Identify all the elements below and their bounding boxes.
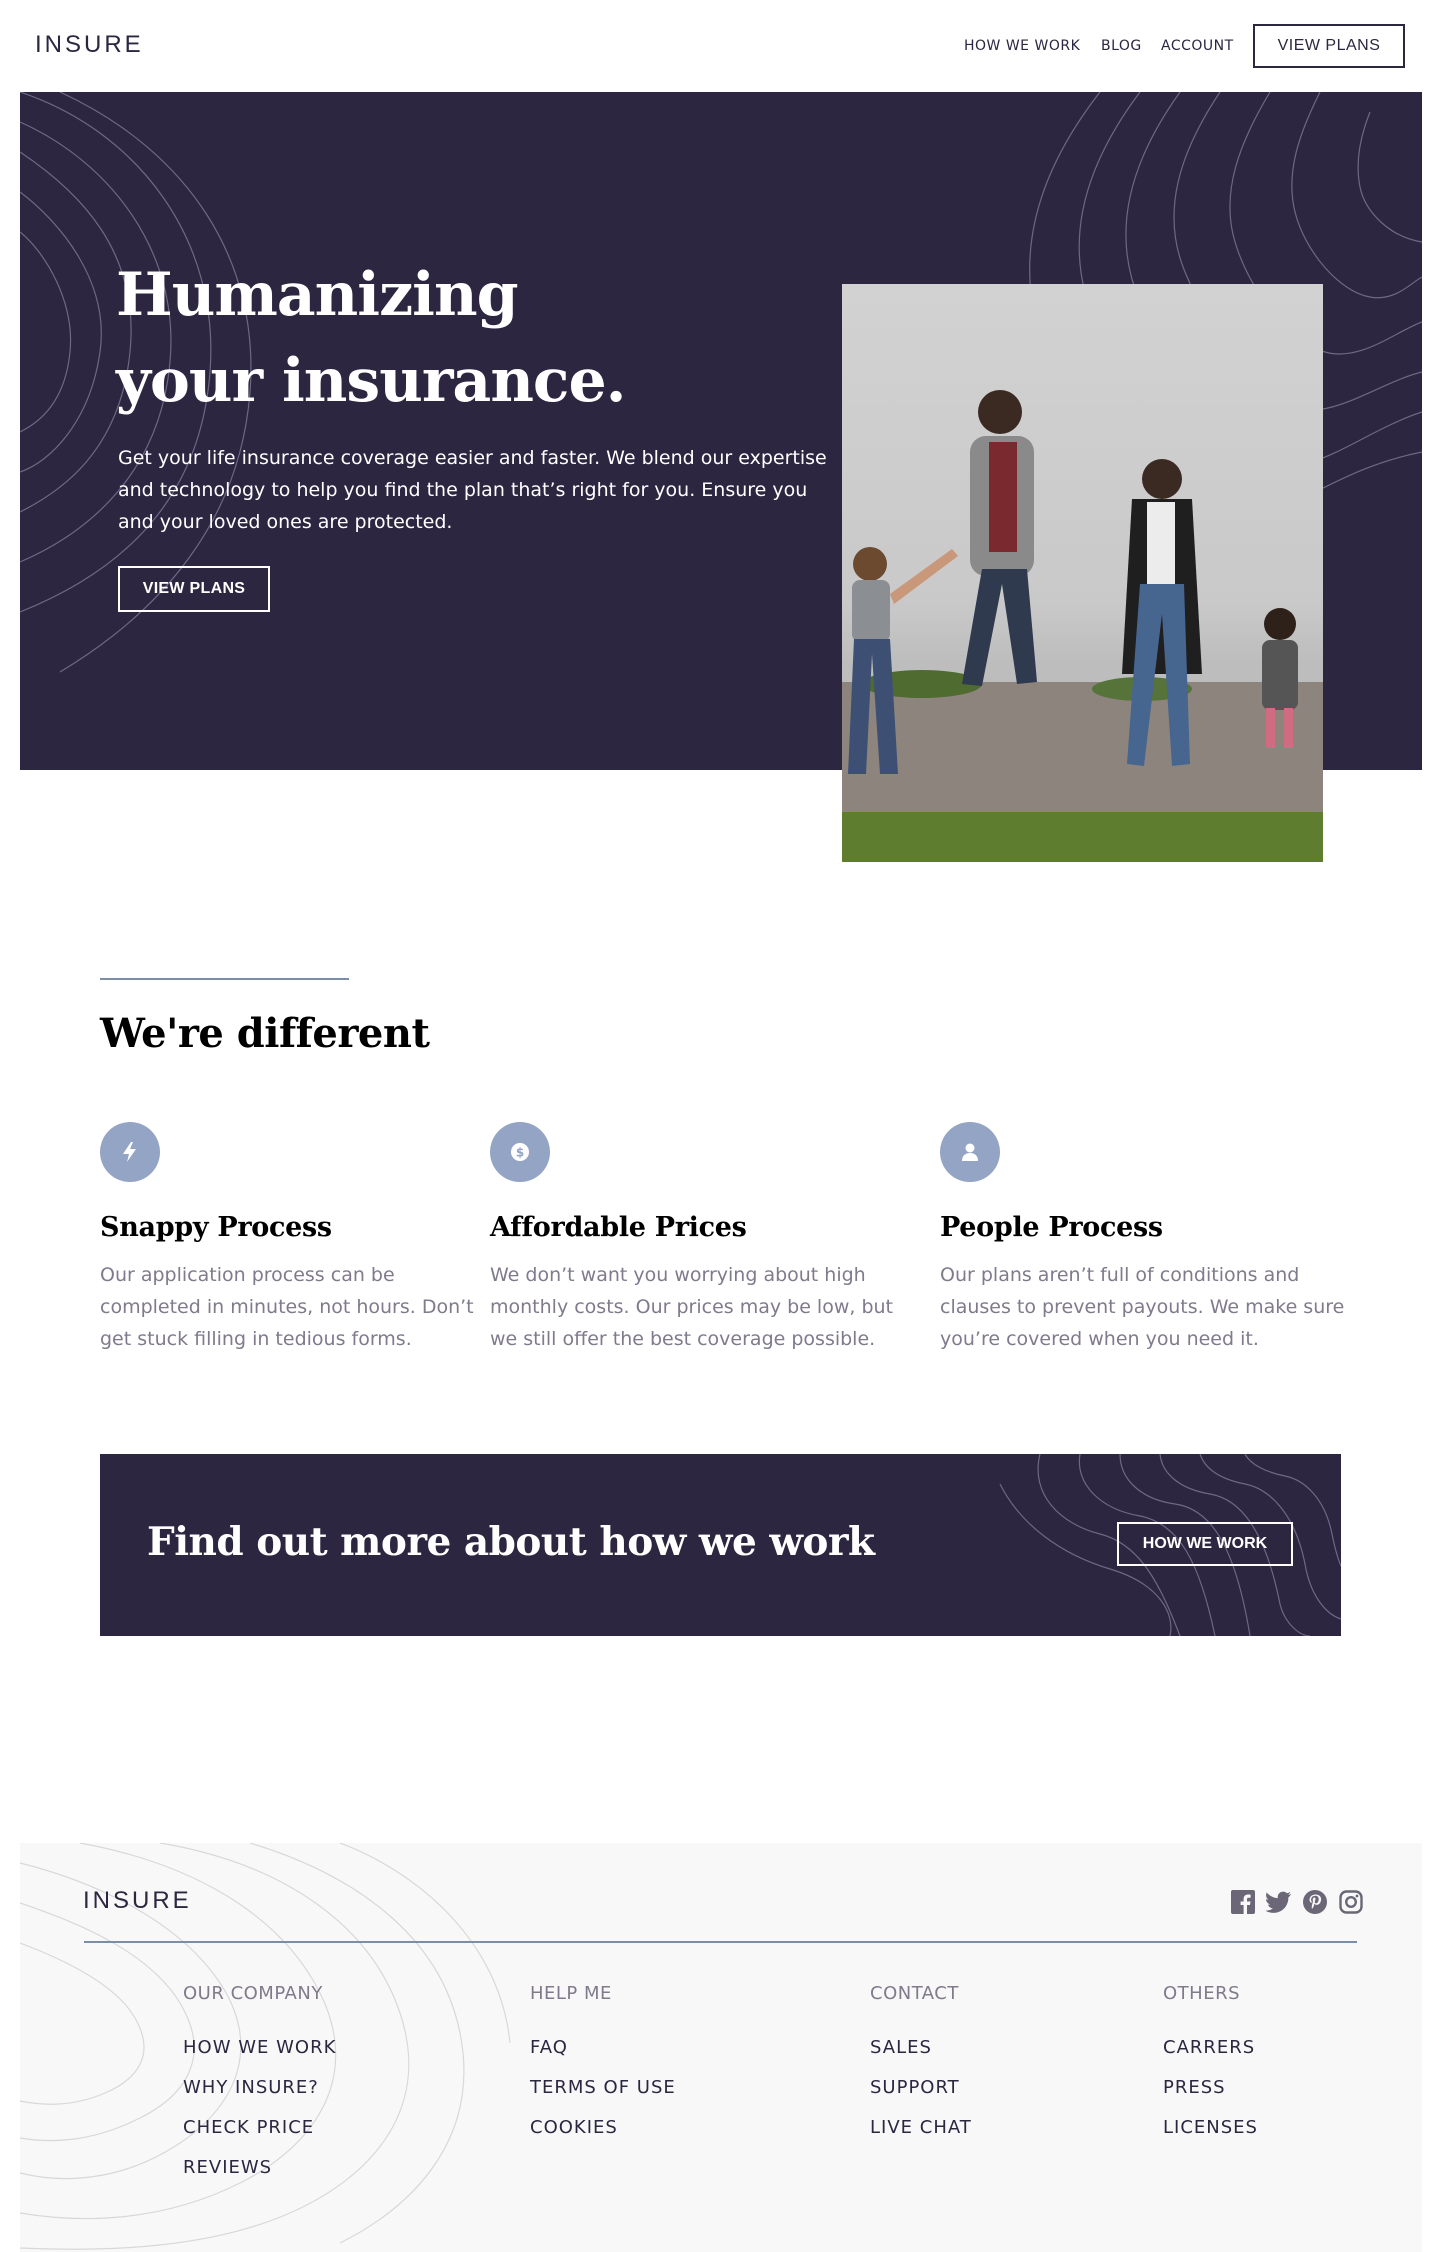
site-footer: INSURE OUR COMPANY HOW WE WORK WHY INSUR… [20,1843,1422,2252]
lightning-icon [100,1122,160,1182]
footer-column-heading: OUR COMPANY [183,1983,323,2004]
footer-link-sales[interactable]: SALES [870,2028,972,2068]
footer-column-our-company: OUR COMPANY HOW WE WORK WHY INSURE? CHEC… [183,1983,336,2188]
feature-title: People Process [940,1212,1163,1243]
nav-link-blog[interactable]: BLOG [1101,38,1142,54]
footer-link-why-insure[interactable]: WHY INSURE? [183,2068,336,2108]
section-divider-line [100,978,349,980]
footer-logo[interactable]: INSURE [83,1887,192,1915]
instagram-icon[interactable] [1338,1889,1364,1915]
footer-column-contact: CONTACT SALES SUPPORT LIVE CHAT [870,1983,972,2148]
logo[interactable]: INSURE [35,31,144,59]
footer-link-cookies[interactable]: COOKIES [530,2108,676,2148]
footer-link-reviews[interactable]: REVIEWS [183,2148,336,2188]
footer-link-support[interactable]: SUPPORT [870,2068,972,2108]
footer-link-licenses[interactable]: LICENSES [1163,2108,1258,2148]
how-we-work-button[interactable]: HOW WE WORK [1117,1522,1293,1566]
footer-column-others: OTHERS CARRERS PRESS LICENSES [1163,1983,1258,2148]
footer-link-live-chat[interactable]: LIVE CHAT [870,2108,972,2148]
how-we-work-banner: Find out more about how we work HOW WE W… [100,1454,1341,1636]
feature-snappy-process: Snappy Process Our application process c… [100,1122,520,1355]
feature-affordable-prices: $ Affordable Prices We don’t want you wo… [490,1122,910,1355]
feature-title: Snappy Process [100,1212,332,1243]
footer-link-press[interactable]: PRESS [1163,2068,1258,2108]
feature-text: We don’t want you worrying about high mo… [490,1264,893,1350]
nav-link-how-we-work[interactable]: HOW WE WORK [964,38,1080,54]
pinterest-icon[interactable] [1302,1889,1328,1915]
footer-link-carrers[interactable]: CARRERS [1163,2028,1258,2068]
footer-column-help-me: HELP ME FAQ TERMS OF USE COOKIES [530,1983,676,2148]
footer-column-heading: OTHERS [1163,1983,1241,2004]
footer-column-heading: HELP ME [530,1983,612,2004]
nav-link-account[interactable]: ACCOUNT [1161,38,1234,54]
footer-link-terms-of-use[interactable]: TERMS OF USE [530,2068,676,2108]
footer-link-how-we-work[interactable]: HOW WE WORK [183,2028,336,2068]
svg-text:$: $ [516,1146,524,1160]
footer-link-check-price[interactable]: CHECK PRICE [183,2108,336,2148]
view-plans-hero-button[interactable]: VIEW PLANS [118,566,270,612]
family-photo [842,284,1323,862]
feature-text: Our application process can be completed… [100,1264,474,1350]
feature-people-process: People Process Our plans aren’t full of … [940,1122,1360,1355]
facebook-icon[interactable] [1230,1889,1256,1915]
view-plans-nav-button[interactable]: VIEW PLANS [1253,24,1405,68]
footer-link-faq[interactable]: FAQ [530,2028,676,2068]
top-navigation: INSURE HOW WE WORK BLOG ACCOUNT VIEW PLA… [0,0,1440,92]
footer-column-heading: CONTACT [870,1983,959,2004]
family-illustration [842,390,1323,862]
feature-title: Affordable Prices [490,1212,747,1243]
banner-title: Find out more about how we work [147,1519,875,1565]
social-links [1230,1889,1364,1915]
hero-title: Humanizing your insurance. [116,260,627,416]
hero-description: Get your life insurance coverage easier … [118,447,827,533]
twitter-icon[interactable] [1266,1889,1292,1915]
person-icon [940,1122,1000,1182]
dollar-icon: $ [490,1122,550,1182]
footer-divider-line [84,1941,1357,1943]
feature-text: Our plans aren’t full of conditions and … [940,1264,1345,1350]
different-section-title: We're different [100,1010,430,1057]
